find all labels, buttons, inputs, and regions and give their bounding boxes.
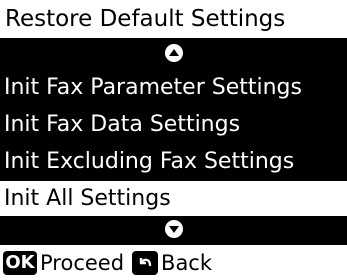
softkey-bar: OK Proceed Back: [0, 245, 347, 280]
back-arrow-icon[interactable]: [132, 250, 159, 275]
menu-item-init-fax-parameter-settings[interactable]: Init Fax Parameter Settings: [0, 70, 347, 105]
scroll-down-indicator[interactable]: [0, 217, 347, 241]
settings-menu: Init Fax Parameter Settings Init Fax Dat…: [0, 70, 347, 218]
screen-title: Restore Default Settings: [0, 0, 347, 38]
arrow-down-icon: [164, 220, 183, 238]
lcd-screen: Restore Default Settings Init Fax Parame…: [0, 0, 347, 280]
arrow-up-icon: [164, 44, 183, 62]
scroll-up-indicator[interactable]: [0, 41, 347, 65]
menu-item-init-fax-data-settings[interactable]: Init Fax Data Settings: [0, 107, 347, 142]
proceed-label: Proceed: [40, 250, 125, 275]
ok-button-badge[interactable]: OK: [3, 250, 37, 275]
menu-item-init-excluding-fax-settings[interactable]: Init Excluding Fax Settings: [0, 144, 347, 179]
menu-item-init-all-settings[interactable]: Init All Settings: [0, 181, 347, 216]
back-label: Back: [161, 250, 213, 275]
